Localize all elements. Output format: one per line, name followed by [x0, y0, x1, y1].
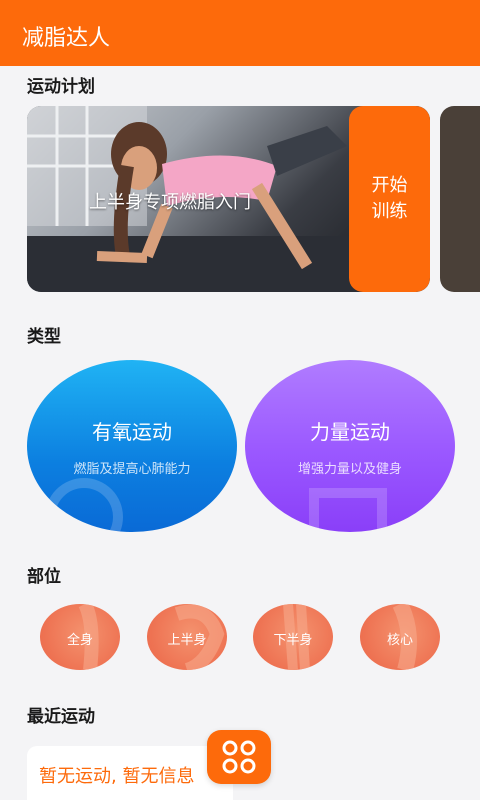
square-decoration — [309, 488, 387, 532]
start-training-button[interactable]: 开始训练 — [349, 106, 430, 292]
grid-circles-icon — [222, 740, 256, 774]
menu-fab-button[interactable] — [207, 730, 271, 784]
ring-decoration — [45, 478, 123, 532]
plan-photo: 上半身专项燃脂入门 — [27, 106, 367, 292]
app-bar: 减脂达人 — [0, 0, 480, 66]
part-label: 下半身 — [273, 633, 313, 648]
type-aerobic-card[interactable]: 有氧运动 燃脂及提高心肺能力 — [27, 360, 237, 532]
plan-card[interactable]: 上半身专项燃脂入门 开始训练 — [27, 106, 430, 292]
part-label: 核心 — [386, 633, 413, 648]
type-subtitle: 燃脂及提高心肺能力 — [73, 462, 191, 477]
section-title-type: 类型 — [27, 327, 61, 347]
part-upper-body[interactable]: 上半身 — [147, 604, 227, 670]
section-title-part: 部位 — [27, 567, 61, 587]
part-label: 全身 — [66, 633, 93, 648]
part-whole-body[interactable]: 全身 — [40, 604, 120, 670]
type-title: 有氧运动 — [92, 420, 172, 444]
recent-empty-text: 暂无运动, 暂无信息 — [39, 766, 195, 787]
part-lower-body[interactable]: 下半身 — [253, 604, 333, 670]
recent-card: 暂无运动, 暂无信息 — [27, 746, 233, 800]
section-title-recent: 最近运动 — [27, 707, 95, 727]
type-title: 力量运动 — [310, 420, 390, 444]
type-strength-card[interactable]: 力量运动 增强力量以及健身 — [245, 360, 455, 532]
section-title-plan: 运动计划 — [27, 77, 95, 97]
start-training-label: 开始训练 — [371, 175, 408, 222]
next-plan-card[interactable] — [440, 106, 480, 292]
part-label: 上半身 — [167, 633, 207, 648]
app-title: 减脂达人 — [22, 26, 111, 51]
part-core[interactable]: 核心 — [360, 604, 440, 670]
plan-name: 上半身专项燃脂入门 — [89, 192, 251, 213]
type-subtitle: 增强力量以及健身 — [297, 462, 402, 477]
